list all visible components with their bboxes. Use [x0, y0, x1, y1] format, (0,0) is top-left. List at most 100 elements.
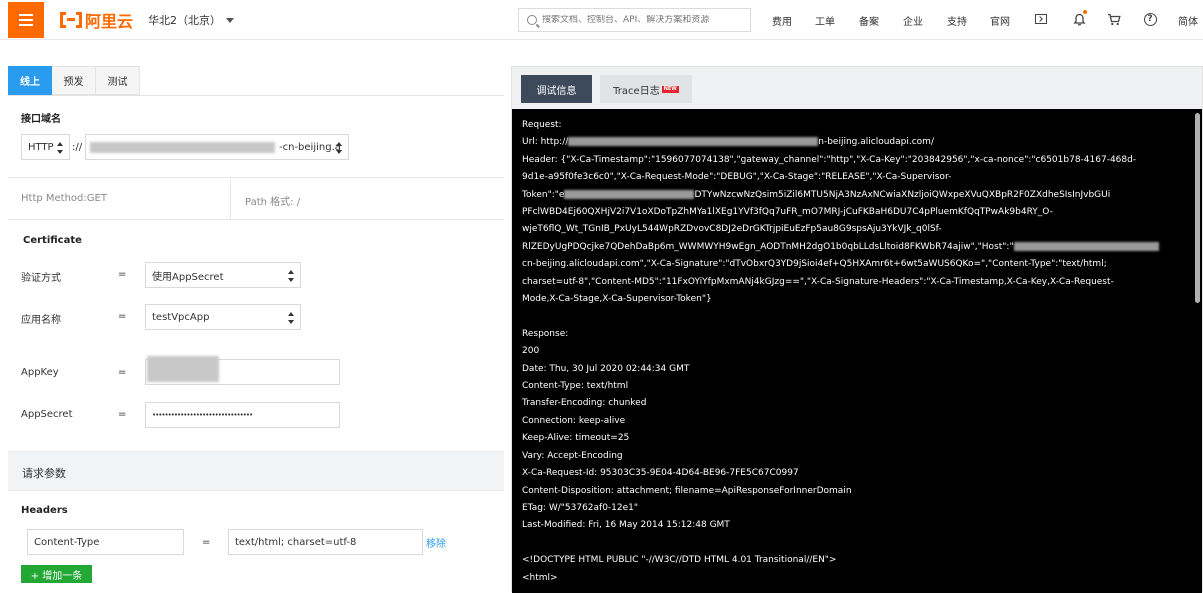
- api-debug-form: 线上 预发 测试 接口域名 HTTP :// -cn-beijing.a Htt…: [8, 66, 504, 592]
- console-line: X-Ca-Request-Id: 95303C35-9E04-4D64-BE96…: [522, 468, 799, 479]
- cart-button[interactable]: [1106, 11, 1122, 27]
- console-line: Token":"e DTYwNzcwNzQsim5iZil6MTU5NjA3NzA…: [522, 187, 1192, 204]
- notification-dot: [1083, 10, 1087, 14]
- menu-line-icon: [19, 24, 33, 26]
- divider: [8, 177, 504, 178]
- console-text: DTYwNzcwNzQsim5iZil6MTU5NjA3NzAxNCwiaXNz…: [694, 189, 1111, 200]
- protocol-select[interactable]: HTTP: [21, 134, 70, 160]
- select-arrows-icon: [288, 270, 294, 282]
- console-text: RlZEDyUgPDQcjke7QDehDaBp6m_WWMWYH9wEgn_A…: [522, 241, 1014, 252]
- console-line: Content-Disposition: attachment; filenam…: [522, 485, 852, 496]
- console-line: Connection: keep-alive: [522, 415, 626, 426]
- console-line: RlZEDyUgPDQcjke7QDehDaBp6m_WWMWYH9wEgn_A…: [522, 239, 1192, 256]
- console-line: Vary: Accept-Encoding: [522, 450, 623, 461]
- domain-select[interactable]: -cn-beijing.a: [85, 134, 349, 160]
- header-value-input[interactable]: text/html; charset=utf-8: [228, 529, 423, 555]
- terminal-icon: [1035, 14, 1047, 24]
- nav-official-site[interactable]: 官网: [990, 13, 1010, 28]
- http-method: Http Method:GET: [21, 193, 107, 204]
- help-button[interactable]: ?: [1142, 11, 1158, 27]
- nav-support[interactable]: 支持: [947, 13, 967, 28]
- language-switch[interactable]: 简体: [1178, 13, 1198, 28]
- redacted-domain: [90, 142, 275, 153]
- menu-line-icon: [19, 14, 33, 16]
- console-line: Header: {"X-Ca-Timestamp":"1596077074138…: [522, 154, 1137, 165]
- tab-trace-log[interactable]: Trace日志 NEW: [600, 75, 692, 103]
- notifications-button[interactable]: [1071, 10, 1087, 27]
- redacted-text: [564, 189, 695, 199]
- aliyun-logo[interactable]: 阿里云: [60, 9, 133, 31]
- select-arrows-icon: [288, 312, 294, 324]
- tab-debug-info[interactable]: 调试信息: [521, 75, 592, 103]
- environment-tabs: 线上 预发 测试: [8, 66, 140, 95]
- console-line: wjeT6flQ_Wt_TGnIB_PxUyL544WpRZDvovC8DJ2e…: [522, 224, 942, 235]
- path-format: Path 格式: /: [245, 197, 301, 208]
- auth-method-value: 使用AppSecret: [152, 271, 224, 283]
- chevron-down-icon: [226, 17, 234, 23]
- equals-sign: =: [118, 367, 127, 378]
- hamburger-menu-button[interactable]: [8, 2, 44, 38]
- region-label: 华北2（北京）: [148, 14, 221, 27]
- equals-sign: =: [118, 311, 127, 322]
- console-line: Keep-Alive: timeout=25: [522, 433, 630, 444]
- equals-sign: =: [118, 409, 127, 420]
- headers-title: Headers: [21, 505, 68, 516]
- appsecret-value: ••••••••••••••••••••••••••••••••: [152, 411, 253, 419]
- nav-icp-filing[interactable]: 备案: [859, 13, 879, 28]
- add-header-label: + 增加一条: [30, 570, 83, 582]
- console-line: cn-beijing.alicloudapi.com","X-Ca-Signat…: [522, 259, 1107, 270]
- select-arrows-icon: [57, 142, 63, 154]
- new-badge: NEW: [661, 85, 679, 93]
- tab-test[interactable]: 测试: [96, 66, 140, 95]
- app-name-value: testVpcApp: [152, 311, 210, 323]
- equals-sign: =: [202, 537, 211, 548]
- protocol-separator: ://: [72, 142, 83, 153]
- search-input[interactable]: [542, 15, 742, 25]
- tab-online[interactable]: 线上: [8, 66, 52, 95]
- logo-text: 阿里云: [85, 12, 134, 31]
- appkey-label: AppKey: [21, 367, 59, 378]
- console-line: charset=utf-8","Content-MD5":"11FxOYiYfp…: [522, 276, 1114, 287]
- region-selector[interactable]: 华北2（北京）: [148, 12, 234, 28]
- header-name-input[interactable]: Content-Type: [27, 529, 184, 555]
- interface-domain-title: 接口域名: [21, 114, 61, 125]
- certificate-title: Certificate: [23, 235, 82, 246]
- redacted-text: [568, 137, 819, 147]
- console-line: Date: Thu, 30 Jul 2020 02:44:34 GMT: [522, 363, 690, 374]
- appsecret-input[interactable]: ••••••••••••••••••••••••••••••••: [145, 402, 340, 428]
- bell-icon: [1072, 13, 1086, 25]
- nav-enterprise[interactable]: 企业: [903, 13, 923, 28]
- aliyun-logo-icon: [60, 12, 82, 28]
- console-text: Token":"e: [522, 189, 565, 200]
- remove-header-link[interactable]: 移除: [426, 535, 446, 550]
- cloud-shell-button[interactable]: [1033, 11, 1049, 27]
- request-params-header: 请求参数: [8, 451, 504, 491]
- auth-method-select[interactable]: 使用AppSecret: [145, 262, 301, 288]
- search-box[interactable]: [518, 8, 751, 32]
- auth-method-label: 验证方式: [21, 273, 61, 284]
- divider: [8, 219, 504, 220]
- appsecret-label: AppSecret: [21, 409, 73, 420]
- menu-line-icon: [19, 19, 33, 21]
- console-line: PFclWBD4Ej60QXHjV2i7V1oXDoTpZhMYa1lXEg1Y…: [522, 207, 1053, 218]
- redacted-appkey: [147, 356, 219, 382]
- console-line: Last-Modified: Fri, 16 May 2014 15:12:48…: [522, 520, 730, 531]
- console-scrollbar[interactable]: [1195, 113, 1200, 303]
- nav-fees[interactable]: 费用: [772, 13, 792, 28]
- console-line: 9d1e-a95f0fe3c6c0","X-Ca-Request-Mode":"…: [522, 172, 952, 183]
- console-line: <!DOCTYPE HTML PUBLIC "-//W3C//DTD HTML …: [522, 555, 837, 566]
- console-text: n-beijing.alicloudapi.com/: [818, 137, 934, 148]
- console-line: Request:: [522, 120, 562, 130]
- nav-tickets[interactable]: 工单: [815, 13, 835, 28]
- tab-pre[interactable]: 预发: [52, 66, 96, 95]
- console-line: 200: [522, 346, 540, 357]
- add-header-button[interactable]: + 增加一条: [21, 565, 92, 583]
- app-name-select[interactable]: testVpcApp: [145, 304, 301, 330]
- console-line: ETag: W/"53762af0-12e1": [522, 502, 639, 513]
- domain-suffix: -cn-beijing.a: [279, 141, 341, 153]
- request-params-title: 请求参数: [22, 467, 66, 480]
- redacted-text: [1013, 241, 1159, 251]
- console-text: Url: http://: [522, 137, 569, 148]
